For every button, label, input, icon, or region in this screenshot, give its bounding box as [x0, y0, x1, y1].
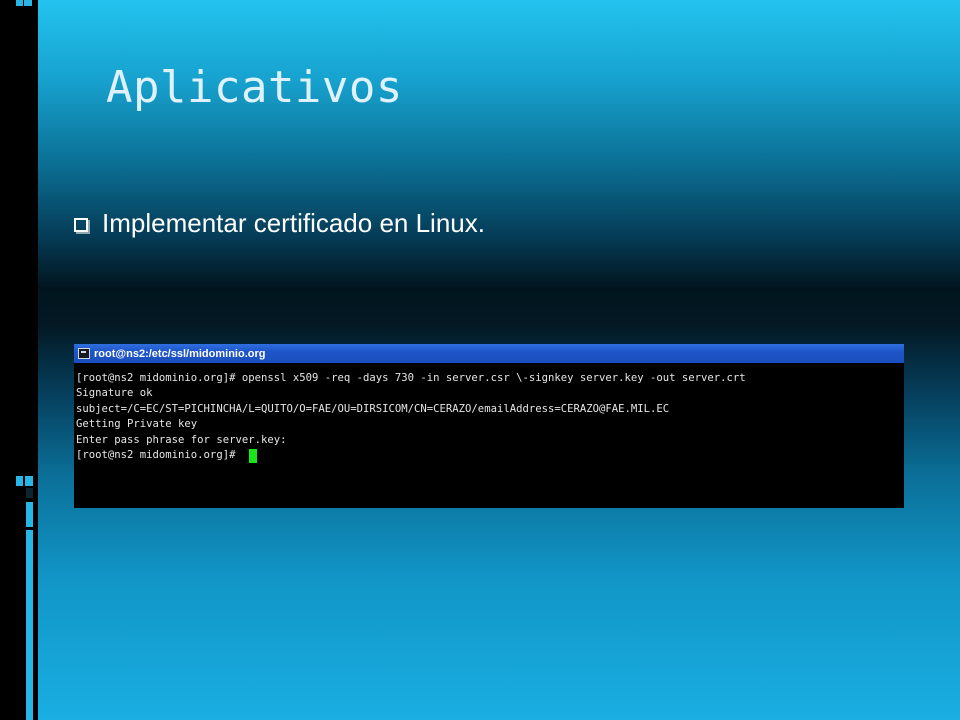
- terminal-window-title: root@ns2:/etc/ssl/midominio.org: [94, 347, 266, 360]
- bullet-text: Implementar certificado en Linux.: [102, 208, 485, 238]
- slide: Aplicativos Implementar certificado en L…: [0, 0, 960, 720]
- decor-block: [26, 502, 33, 527]
- terminal-output[interactable]: [root@ns2 midominio.org]# openssl x509 -…: [74, 363, 904, 463]
- decor-block: [16, 476, 23, 486]
- terminal-prompt: [root@ns2 midominio.org]#: [76, 449, 242, 462]
- decor-block: [26, 530, 33, 720]
- decor-block: [24, 0, 32, 6]
- slide-title: Aplicativos: [106, 62, 403, 113]
- terminal-icon: [78, 348, 90, 359]
- terminal-window[interactable]: root@ns2:/etc/ssl/midominio.org [root@ns…: [74, 344, 904, 508]
- terminal-line: [root@ns2 midominio.org]# openssl x509 -…: [76, 372, 746, 384]
- terminal-line: Getting Private key: [76, 418, 198, 431]
- decor-block: [16, 0, 23, 6]
- decor-block: [26, 488, 33, 498]
- terminal-titlebar[interactable]: root@ns2:/etc/ssl/midominio.org: [74, 344, 904, 363]
- terminal-line: Enter pass phrase for server.key:: [76, 433, 287, 446]
- terminal-cursor: [248, 448, 257, 463]
- bullet-item: Implementar certificado en Linux.: [74, 208, 485, 239]
- terminal-line: subject=/C=EC/ST=PICHINCHA/L=QUITO/O=FAE…: [76, 402, 670, 415]
- square-bullet-icon: [74, 218, 88, 232]
- terminal-prompt-line[interactable]: [root@ns2 midominio.org]#: [76, 448, 904, 463]
- terminal-line: Signature ok: [76, 387, 153, 400]
- decor-block: [25, 476, 33, 486]
